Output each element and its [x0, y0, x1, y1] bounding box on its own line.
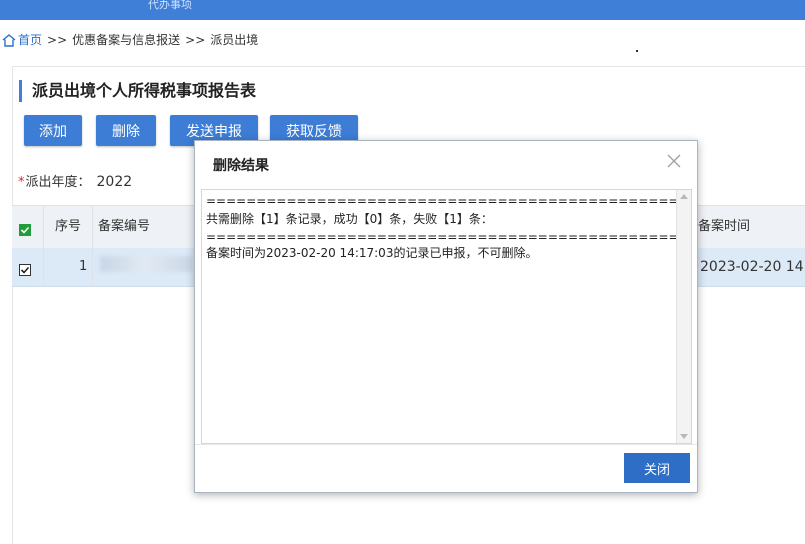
dialog-message-area[interactable]: ========================================… [201, 189, 692, 444]
column-header-record-no: 备案编号 [98, 219, 151, 234]
breadcrumb-separator: >> [47, 33, 68, 47]
row-checkbox-icon[interactable] [19, 261, 31, 276]
breadcrumb-item-filing[interactable]: 优惠备案与信息报送 [72, 33, 180, 47]
breadcrumb: 首页 >> 优惠备案与信息报送 >> 派员出境 [2, 31, 258, 49]
column-divider [43, 206, 44, 248]
delete-result-dialog: 删除结果 ===================================… [194, 140, 698, 493]
dialog-line: 共需删除【1】条记录，成功【0】条，失败【1】条： [206, 212, 493, 226]
close-button[interactable]: 关闭 [624, 453, 690, 483]
row-index: 1 [79, 259, 88, 274]
dialog-title: 删除结果 [213, 158, 269, 174]
breadcrumb-item-current: 派员出境 [210, 33, 259, 47]
row-record-time: 2023-02-20 14:1 [700, 259, 805, 275]
select-all-checkbox-icon[interactable] [19, 221, 31, 236]
dialog-footer-divider [195, 444, 697, 445]
top-bar: 代办事项 [0, 0, 805, 20]
column-divider [92, 206, 93, 248]
column-header-record-time: 备案时间 [698, 219, 751, 234]
filter-year-label: 派出年度： [25, 175, 91, 190]
column-divider [92, 248, 93, 286]
breadcrumb-home-link[interactable]: 首页 [18, 33, 42, 47]
dialog-line: ========================================… [206, 194, 692, 208]
page-title: 派员出境个人所得税事项报告表 [19, 80, 256, 102]
filter-year-value[interactable]: 2022 [97, 174, 133, 190]
column-divider [43, 248, 44, 286]
redacted-record-number [100, 256, 192, 272]
delete-button[interactable]: 删除 [96, 115, 156, 146]
scroll-down-icon[interactable] [680, 434, 688, 439]
vertical-scrollbar[interactable] [676, 190, 691, 443]
home-icon [2, 34, 16, 50]
add-button[interactable]: 添加 [24, 115, 82, 146]
breadcrumb-separator: >> [185, 33, 206, 47]
filter-year: *派出年度： 2022 [18, 171, 132, 190]
column-header-index: 序号 [55, 219, 82, 234]
scroll-up-icon[interactable] [680, 194, 688, 199]
dialog-message: ========================================… [206, 194, 692, 260]
stray-dot [636, 50, 638, 52]
close-icon[interactable] [667, 153, 681, 168]
dialog-line: 备案时间为2023-02-20 14:17:03的记录已申报，不可删除。 [206, 246, 538, 260]
top-bar-text: 代办事项 [148, 0, 192, 11]
dialog-line: ========================================… [206, 230, 692, 244]
required-mark: * [18, 175, 25, 190]
